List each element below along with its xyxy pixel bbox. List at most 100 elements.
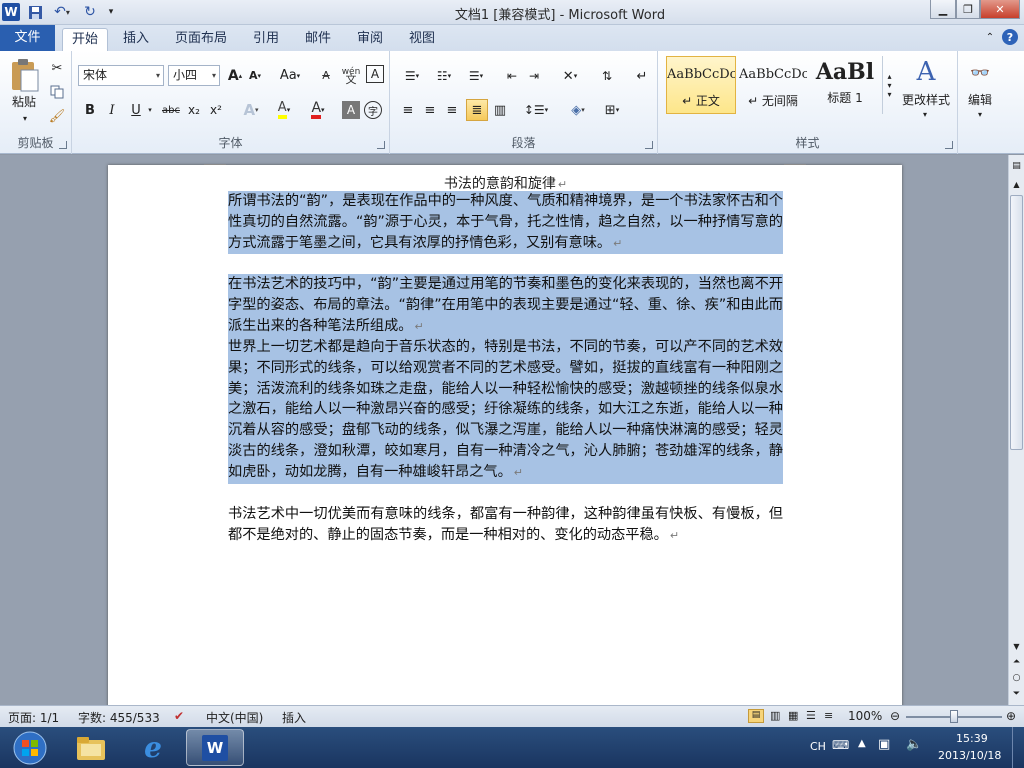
paste-icon[interactable]	[6, 55, 42, 95]
ruler-toggle-icon[interactable]: ▤	[1010, 159, 1023, 173]
highlight-color-button[interactable]: A ▾	[270, 99, 298, 121]
copy-icon[interactable]	[48, 83, 66, 101]
change-styles-button[interactable]: 更改样式	[898, 91, 954, 107]
undo-icon[interactable]: ↶ ▾	[48, 3, 76, 21]
scroll-up-icon[interactable]: ▲	[1010, 177, 1023, 191]
insert-mode[interactable]: 插入	[282, 709, 306, 726]
redo-icon[interactable]: ↻	[80, 3, 100, 21]
format-painter-icon[interactable]: 🖌	[48, 107, 66, 125]
justify-button[interactable]: ≣	[466, 99, 488, 121]
help-icon[interactable]: ?	[1002, 29, 1018, 45]
save-icon[interactable]	[26, 3, 44, 21]
tab-page-layout[interactable]: 页面布局	[172, 28, 230, 51]
tab-view[interactable]: 视图	[402, 28, 442, 51]
minimize-button[interactable]: ▁	[930, 0, 956, 19]
next-page-icon[interactable]: ⏷	[1010, 687, 1023, 701]
phonetic-guide-button[interactable]: wén 文	[340, 65, 362, 86]
draft-icon[interactable]: ≡	[824, 709, 833, 722]
styles-launcher-icon[interactable]	[945, 141, 953, 149]
grow-font-button[interactable]: A ▴	[226, 65, 244, 86]
document-title[interactable]: 书法的意韵和旋律 ↵	[228, 173, 783, 193]
language-indicator[interactable]: 中文(中国)	[206, 709, 263, 726]
previous-page-icon[interactable]: ⏶	[1010, 655, 1023, 669]
tab-references[interactable]: 引用	[246, 28, 286, 51]
underline-dropdown-icon[interactable]: ▾	[146, 99, 154, 121]
zoom-in-icon[interactable]: ⊕	[1006, 709, 1016, 723]
increase-indent-button[interactable]: ⇥	[524, 65, 544, 87]
full-screen-icon[interactable]: ▥	[770, 709, 780, 722]
align-center-button[interactable]: ≡	[420, 99, 440, 121]
language-bar[interactable]: CH	[810, 740, 826, 753]
style-normal[interactable]: AaBbCcDc ↵ 正文	[666, 56, 736, 114]
paste-dropdown-icon[interactable]: ▾	[20, 113, 30, 123]
show-marks-button[interactable]: ↵	[632, 65, 652, 87]
paragraph-3[interactable]: 世界上一切艺术都是趋向于音乐状态的，特别是书法，不同的节奏，可以产不同的艺术效果…	[228, 337, 783, 484]
cut-icon[interactable]: ✂	[48, 59, 66, 77]
font-size-select[interactable]: 小四 ▾	[168, 65, 220, 86]
web-layout-icon[interactable]: ▦	[788, 709, 798, 722]
italic-button[interactable]: I	[102, 99, 122, 121]
editing-dropdown-icon[interactable]: ▾	[975, 109, 985, 119]
word-count[interactable]: 字数: 455/533	[78, 709, 160, 726]
line-spacing-button[interactable]: ↕☰ ▾	[522, 99, 550, 121]
network-icon[interactable]: ▣	[878, 737, 890, 752]
zoom-out-icon[interactable]: ⊖	[890, 709, 900, 723]
underline-button[interactable]: U	[126, 99, 146, 121]
enclose-characters-button[interactable]: 字	[364, 101, 382, 119]
browse-object-icon[interactable]: ○	[1010, 671, 1023, 685]
proofing-icon[interactable]: ✔	[174, 709, 184, 723]
decrease-indent-button[interactable]: ⇤	[502, 65, 522, 87]
close-button[interactable]: ✕	[980, 0, 1020, 19]
scroll-down-icon[interactable]: ▼	[1010, 639, 1023, 653]
chinese-layout-button[interactable]: ✕ ▾	[556, 65, 584, 87]
print-layout-icon[interactable]: ▤	[748, 709, 764, 723]
font-launcher-icon[interactable]	[377, 141, 385, 149]
clipboard-launcher-icon[interactable]	[59, 141, 67, 149]
paragraph-2[interactable]: 在书法艺术的技巧中，“韵”主要是通过用笔的节奏和墨色的变化来表现的，当然也离不开…	[228, 274, 783, 338]
zoom-level[interactable]: 100%	[848, 709, 882, 723]
clock-time[interactable]: 15:39	[956, 732, 988, 745]
change-case-button[interactable]: Aa ▾	[276, 65, 304, 86]
scroll-thumb[interactable]	[1010, 195, 1023, 450]
text-effects-button[interactable]: A ▾	[240, 99, 262, 121]
numbering-button[interactable]: ☷ ▾	[430, 65, 458, 87]
distributed-button[interactable]: ▥	[490, 99, 510, 121]
paragraph-4[interactable]: 书法艺术中一切优美而有意味的线条，都富有一种韵律，这种韵律虽有快板、有慢板，但都…	[228, 504, 783, 547]
document-page[interactable]: 书法的意韵和旋律 ↵ 所谓书法的“韵”，是表现在作品中的一种风度、气质和精神境界，…	[108, 164, 902, 705]
paragraph-1[interactable]: 所谓书法的“韵”，是表现在作品中的一种风度、气质和精神境界，是一个书法家怀古和个…	[228, 191, 783, 255]
font-color-button[interactable]: A ▾	[304, 99, 332, 121]
tab-mailings[interactable]: 邮件	[298, 28, 338, 51]
sort-button[interactable]: ⇅	[596, 65, 618, 87]
collapse-ribbon-icon[interactable]: ⌃	[982, 29, 998, 45]
tab-home[interactable]: 开始	[62, 28, 108, 51]
paragraph-launcher-icon[interactable]	[645, 141, 653, 149]
styles-scroll-icon[interactable]: ▴ ▾ ▾	[882, 56, 896, 114]
explorer-taskbar-icon[interactable]	[62, 729, 120, 766]
bold-button[interactable]: B	[80, 99, 100, 121]
change-styles-dropdown-icon[interactable]: ▾	[920, 109, 930, 119]
style-heading-1[interactable]: AaBl 标题 1	[810, 56, 880, 114]
editing-button[interactable]: 编辑	[960, 91, 1000, 107]
clock-date[interactable]: 2013/10/18	[938, 749, 1001, 762]
font-family-select[interactable]: 宋体 ▾	[78, 65, 164, 86]
character-border-button[interactable]: A	[366, 65, 384, 83]
change-styles-icon[interactable]: A	[902, 55, 950, 89]
align-left-button[interactable]: ≡	[398, 99, 418, 121]
show-desktop-button[interactable]	[1012, 727, 1024, 768]
shading-button[interactable]: ◈ ▾	[564, 99, 592, 121]
word-logo-icon[interactable]: W	[2, 3, 20, 21]
align-right-button[interactable]: ≡	[442, 99, 462, 121]
clear-formatting-button[interactable]: A	[316, 65, 336, 86]
outline-icon[interactable]: ☰	[806, 709, 816, 722]
word-taskbar-icon[interactable]: W	[186, 729, 244, 766]
volume-icon[interactable]: 🔈	[906, 737, 922, 752]
character-shading-button[interactable]: A	[342, 101, 360, 119]
superscript-button[interactable]: x²	[206, 99, 226, 121]
style-no-spacing[interactable]: AaBbCcDc ↵ 无间隔	[738, 56, 808, 114]
page-count[interactable]: 页面: 1/1	[8, 709, 59, 726]
find-icon[interactable]: 👓	[966, 57, 994, 87]
tab-insert[interactable]: 插入	[116, 28, 156, 51]
restore-button[interactable]: ❐	[956, 0, 980, 19]
keyboard-icon[interactable]: ⌨	[832, 738, 849, 752]
ie-taskbar-icon[interactable]: e	[124, 729, 182, 766]
